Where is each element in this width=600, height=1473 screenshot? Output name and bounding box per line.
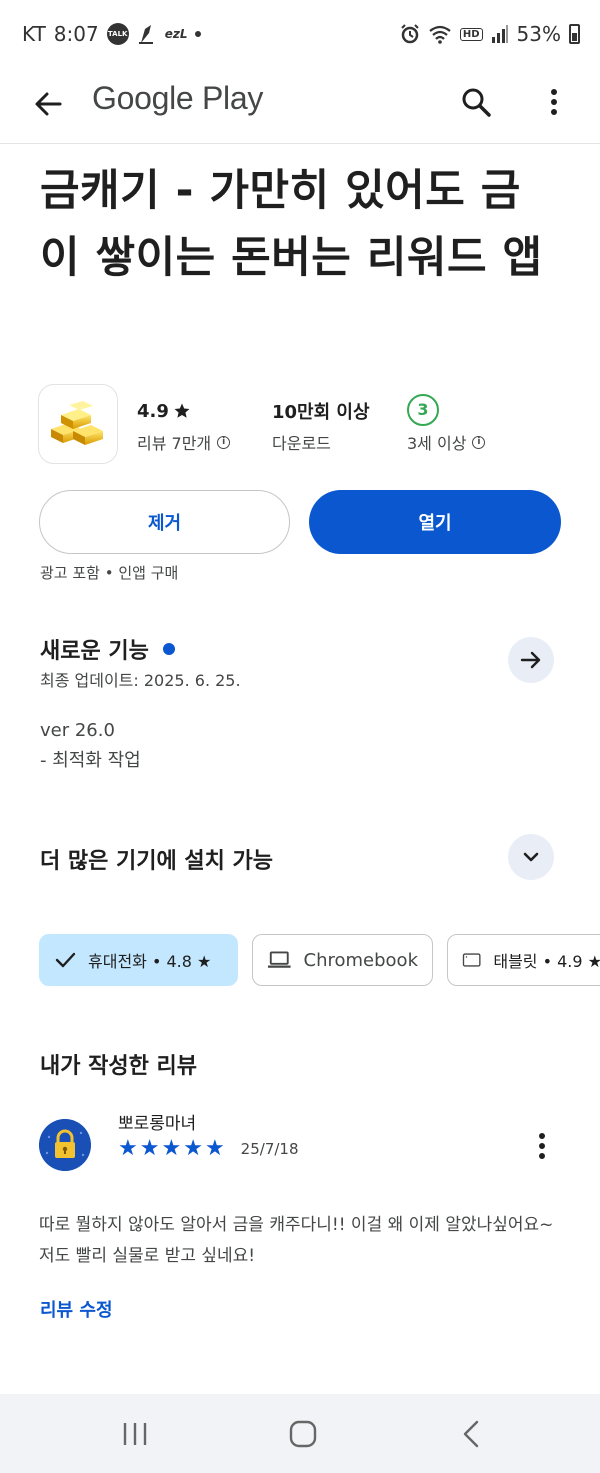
note-line: - 최적화 작업: [40, 750, 141, 771]
signal-icon: [491, 25, 508, 43]
hd-voice-icon: HD: [459, 27, 483, 41]
whats-new-title: 새로운 기능: [40, 639, 149, 664]
more-notifications-dot: [195, 31, 202, 37]
chevron-down-icon: [523, 852, 539, 862]
review-text: 따로 뭘하지 않아도 알아서 금을 캐주다니!! 이걸 왜 이제 알았나싶어요~…: [39, 1215, 554, 1266]
carrier-label: KT: [22, 22, 46, 46]
kakaotalk-icon: TALK: [106, 23, 129, 45]
downloads-value: 10만회 이상: [272, 402, 370, 423]
open-button[interactable]: 열기: [309, 490, 561, 554]
version-line: ver 26.0: [40, 720, 115, 741]
star-icon: ★: [161, 1136, 182, 1161]
info-icon: i: [472, 435, 486, 449]
rating-value: 4.9: [137, 400, 169, 422]
new-indicator-dot: [162, 643, 175, 655]
overflow-menu-button[interactable]: [532, 80, 576, 124]
downloads-label: 다운로드: [272, 434, 331, 453]
app-bar-title: Google Play: [92, 80, 264, 116]
recent-apps-button[interactable]: [110, 1414, 160, 1454]
app-icon: [38, 384, 118, 464]
search-icon: [462, 88, 491, 117]
status-bar: KT 8:07 TALK ezL HD 53%: [0, 0, 600, 68]
rating-stat[interactable]: 4.9 리뷰 7만개 i: [137, 398, 231, 454]
star-icon: ★: [183, 1136, 203, 1161]
star-icon: [174, 403, 190, 418]
chip-tablet[interactable]: 태블릿 • 4.9 ★: [447, 934, 600, 986]
home-button[interactable]: [278, 1414, 328, 1454]
uninstall-button[interactable]: 제거: [39, 490, 290, 554]
ads-iap-note: 광고 포함 • 인앱 구매: [40, 564, 179, 582]
devices-header[interactable]: 더 많은 기기에 설치 가능: [40, 843, 273, 875]
wifi-icon: [429, 25, 451, 44]
gold-bars-icon: [51, 401, 103, 445]
check-icon: [55, 952, 76, 968]
devices-title: 더 많은 기기에 설치 가능: [40, 849, 274, 874]
downloads-stat: 10만회 이상 다운로드: [272, 398, 370, 454]
my-review-title: 내가 작성한 리뷰: [40, 1054, 197, 1079]
pen-icon: [138, 25, 153, 44]
status-right: HD 53%: [400, 22, 580, 46]
alarm-icon: [401, 24, 419, 44]
laptop-icon: [267, 951, 291, 968]
system-back-button[interactable]: [446, 1414, 496, 1454]
system-nav-bar: [0, 1394, 600, 1473]
clock: 8:07: [53, 22, 99, 46]
my-review-header: 내가 작성한 리뷰: [40, 1048, 197, 1080]
back-arrow-icon: [35, 92, 62, 116]
search-button[interactable]: [454, 80, 498, 124]
more-vert-icon: [539, 1133, 545, 1159]
app-bar: Google Play: [0, 68, 600, 144]
back-button[interactable]: [26, 82, 70, 126]
tablet-icon: [462, 953, 481, 967]
star-icon: ★: [118, 1136, 138, 1161]
review-menu-button[interactable]: [520, 1124, 564, 1168]
status-left: KT 8:07 TALK ezL: [22, 22, 202, 46]
review-date: 25/7/18: [240, 1140, 299, 1158]
chip-phone-label: 휴대전화 • 4.8 ★: [88, 952, 212, 971]
info-icon: i: [217, 435, 231, 449]
more-vert-icon: [551, 89, 557, 115]
home-icon: [289, 1420, 317, 1448]
ezl-icon: ezL: [164, 27, 188, 41]
age-rating-label: 3세 이상: [407, 434, 467, 453]
edit-review-link[interactable]: 리뷰 수정: [40, 1296, 113, 1322]
chip-chromebook[interactable]: Chromebook: [252, 934, 433, 986]
last-updated: 최종 업데이트: 2025. 6. 25.: [40, 671, 241, 690]
avatar: [39, 1119, 91, 1171]
release-notes: ver 26.0 - 최적화 작업: [40, 716, 141, 776]
device-chips: 휴대전화 • 4.8 ★ Chromebook 태블릿 • 4.9 ★: [39, 934, 600, 986]
age-rating-badge: 3: [407, 393, 439, 426]
reviewer-name: 뽀로롱마녀: [118, 1114, 197, 1134]
star-icon: ★: [204, 1136, 225, 1161]
app-title: 금캐기 - 가만히 있어도 금이 쌓이는 돈버는 리워드 앱: [40, 166, 543, 283]
recents-icon: [123, 1423, 147, 1445]
whats-new-arrow-button[interactable]: [508, 637, 554, 683]
chevron-left-icon: [463, 1420, 479, 1448]
review-rating: ★ ★ ★ ★ ★ 25/7/18: [118, 1138, 299, 1160]
content-rating-stat[interactable]: 3 3세 이상 i: [407, 393, 486, 454]
lock-avatar-icon: [39, 1119, 91, 1171]
arrow-right-icon: [520, 651, 541, 669]
chip-tablet-label: 태블릿 • 4.9 ★: [493, 952, 600, 971]
whats-new-header[interactable]: 새로운 기능: [40, 633, 175, 665]
reviews-count: 리뷰 7만개: [137, 434, 212, 453]
chip-chromebook-label: Chromebook: [303, 949, 418, 971]
battery-icon: [569, 24, 580, 44]
star-icon: ★: [139, 1136, 160, 1161]
chip-phone[interactable]: 휴대전화 • 4.8 ★: [39, 934, 238, 986]
battery-percent: 53%: [516, 22, 561, 46]
devices-expand-button[interactable]: [508, 834, 554, 880]
